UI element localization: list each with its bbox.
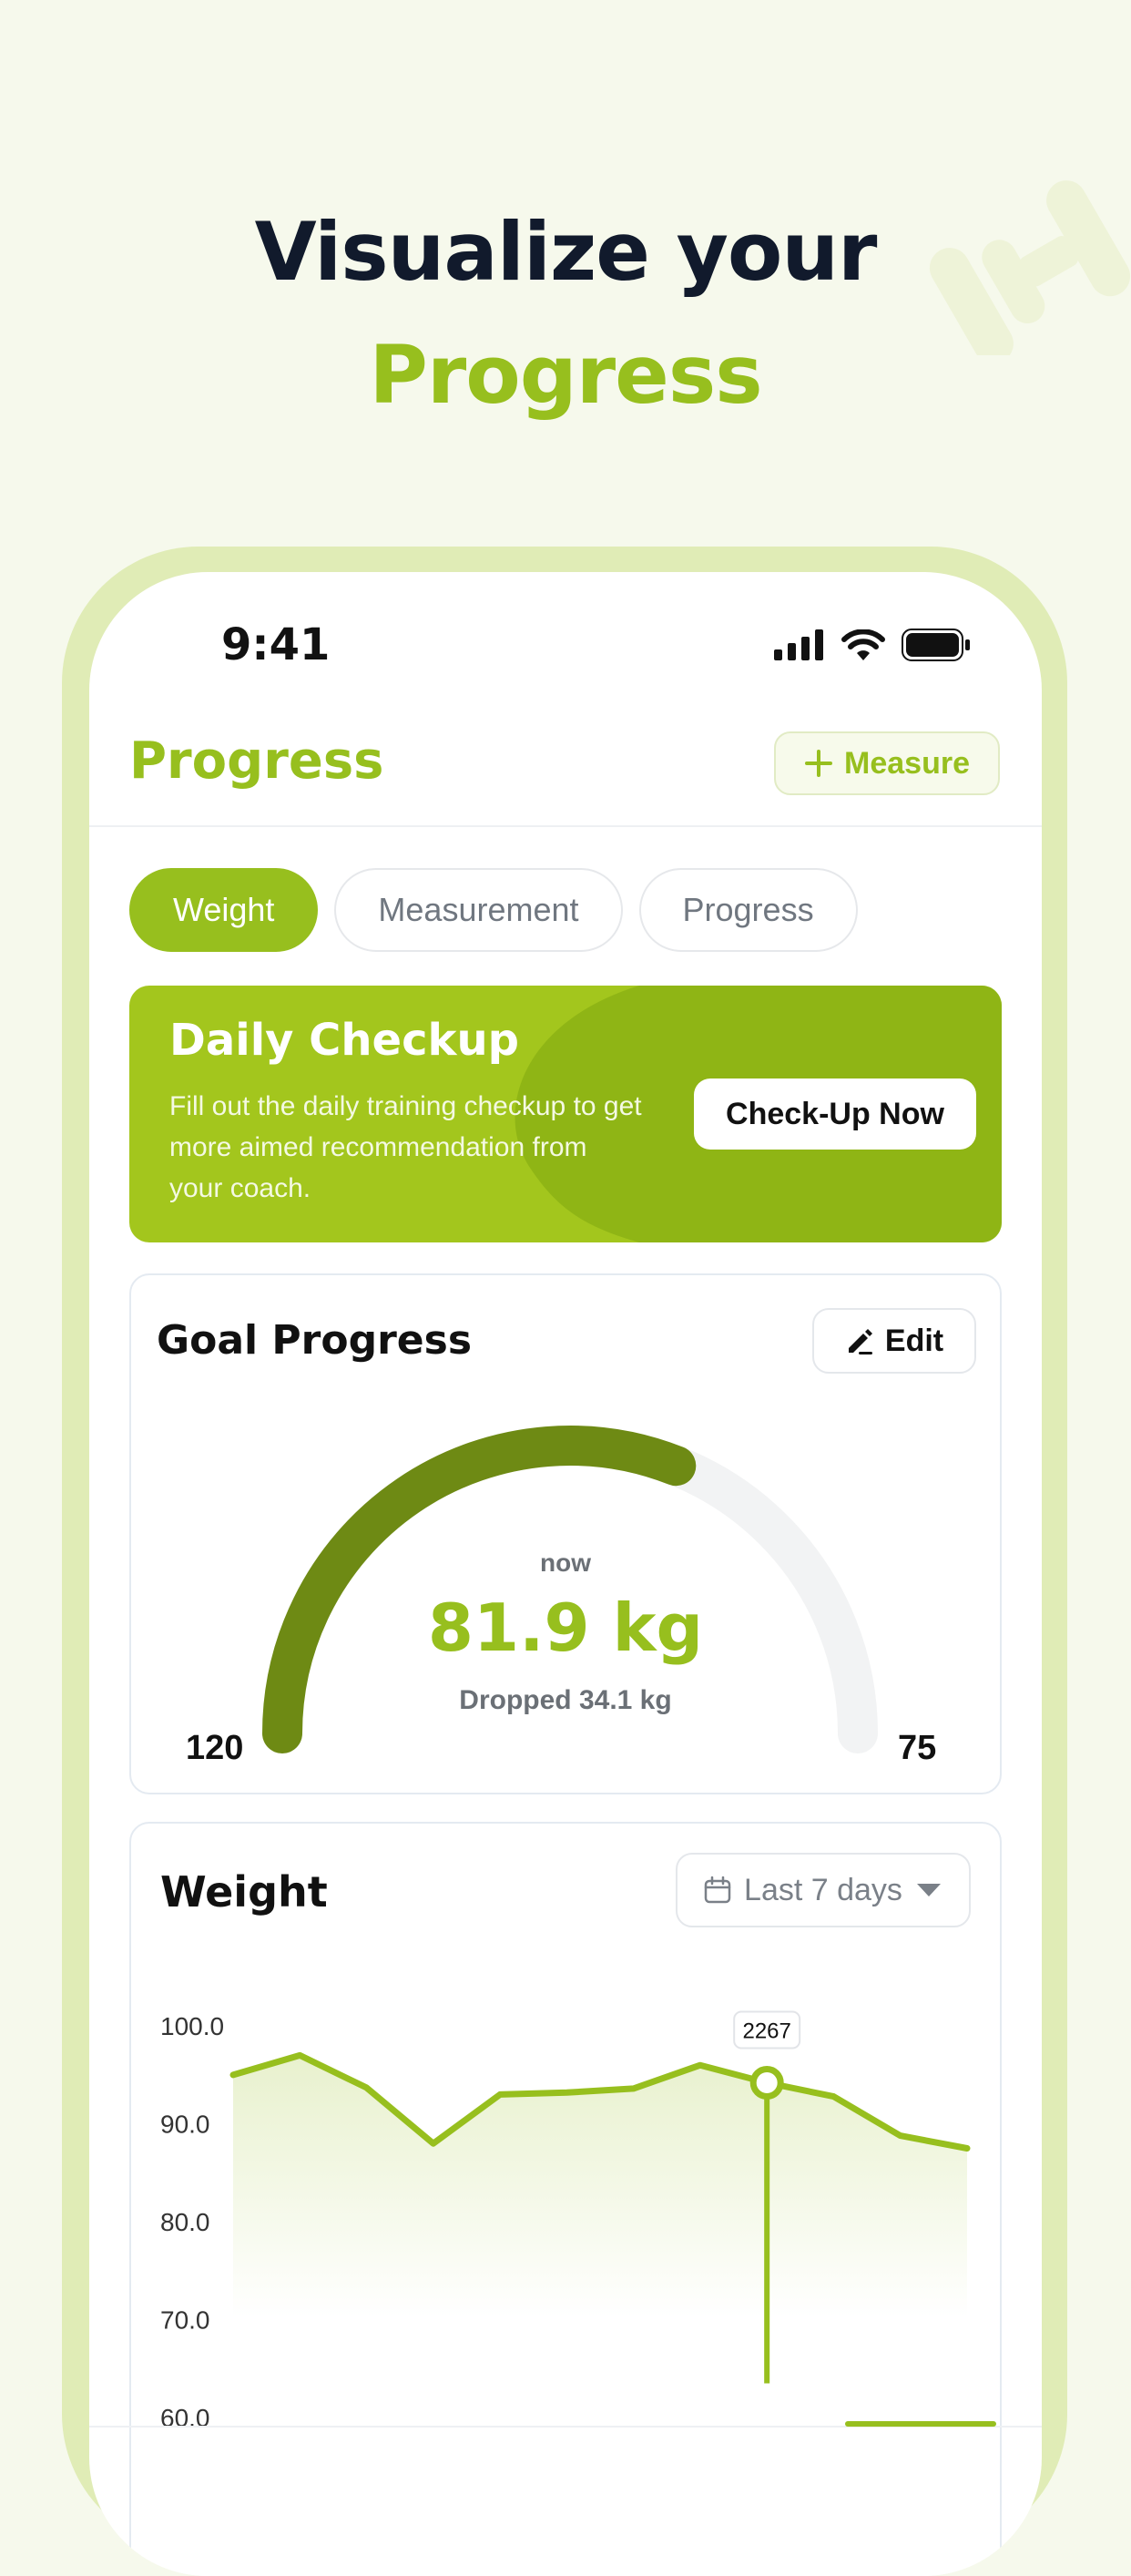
cellular-signal-icon xyxy=(774,629,825,660)
tab-measurement[interactable]: Measurement xyxy=(334,868,622,952)
weight-chart-card: Weight Last 7 days 100.090.080.070.060.0… xyxy=(129,1822,1002,2576)
checkup-description: Fill out the daily training checkup to g… xyxy=(169,1086,643,1209)
tab-bar: Weight Measurement Progress xyxy=(129,868,858,952)
header-divider xyxy=(89,825,1042,827)
phone-screen: 9:41 Progress Measure Weight Measurement… xyxy=(89,572,1042,2576)
dumbbell-icon xyxy=(920,173,1131,355)
tooltip-value: 2267 xyxy=(742,2019,790,2044)
page-title: Progress xyxy=(129,731,383,791)
tab-weight[interactable]: Weight xyxy=(129,868,318,952)
bottom-accent-bar xyxy=(845,2421,996,2427)
gauge-target-value: 75 xyxy=(898,1729,936,1768)
y-tick-label: 90.0 xyxy=(160,2111,210,2139)
check-up-now-button[interactable]: Check-Up Now xyxy=(694,1078,976,1150)
current-weight: 81.9 kg xyxy=(131,1590,1000,1666)
status-time: 9:41 xyxy=(221,619,330,670)
y-tick-label: 60.0 xyxy=(160,2404,210,2432)
y-tick-label: 70.0 xyxy=(160,2306,210,2335)
wifi-icon xyxy=(841,629,885,660)
plus-icon xyxy=(804,749,833,778)
daily-checkup-banner: Daily Checkup Fill out the daily trainin… xyxy=(129,986,1002,1242)
gauge-now-label: now xyxy=(131,1549,1000,1578)
measure-label: Measure xyxy=(844,746,970,782)
add-measure-button[interactable]: Measure xyxy=(774,731,1000,795)
goal-progress-card: Goal Progress Edit now 81.9 kg Dropped 3… xyxy=(129,1273,1002,1794)
y-tick-label: 80.0 xyxy=(160,2208,210,2236)
battery-icon xyxy=(902,629,971,661)
tab-progress[interactable]: Progress xyxy=(639,868,858,952)
dropped-weight: Dropped 34.1 kg xyxy=(131,1685,1000,1716)
weight-area-fill xyxy=(233,2055,967,2317)
y-tick-label: 100.0 xyxy=(160,2012,224,2040)
weight-line-chart: 100.0 90.0 80.0 70.0 60.0 2267 xyxy=(131,1824,1000,2576)
checkup-title: Daily Checkup xyxy=(169,1015,519,1066)
highlight-point[interactable] xyxy=(753,2070,780,2097)
status-icons xyxy=(774,629,971,661)
gauge-start-value: 120 xyxy=(186,1729,243,1768)
